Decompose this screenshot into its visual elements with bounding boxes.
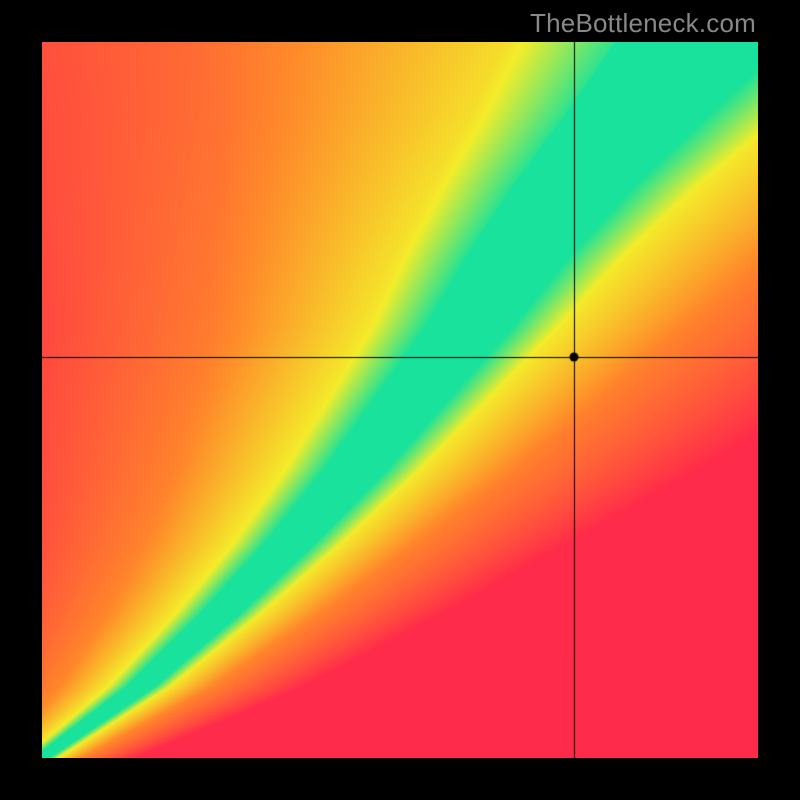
bottleneck-heatmap bbox=[42, 42, 758, 758]
watermark-text: TheBottleneck.com bbox=[530, 8, 756, 39]
